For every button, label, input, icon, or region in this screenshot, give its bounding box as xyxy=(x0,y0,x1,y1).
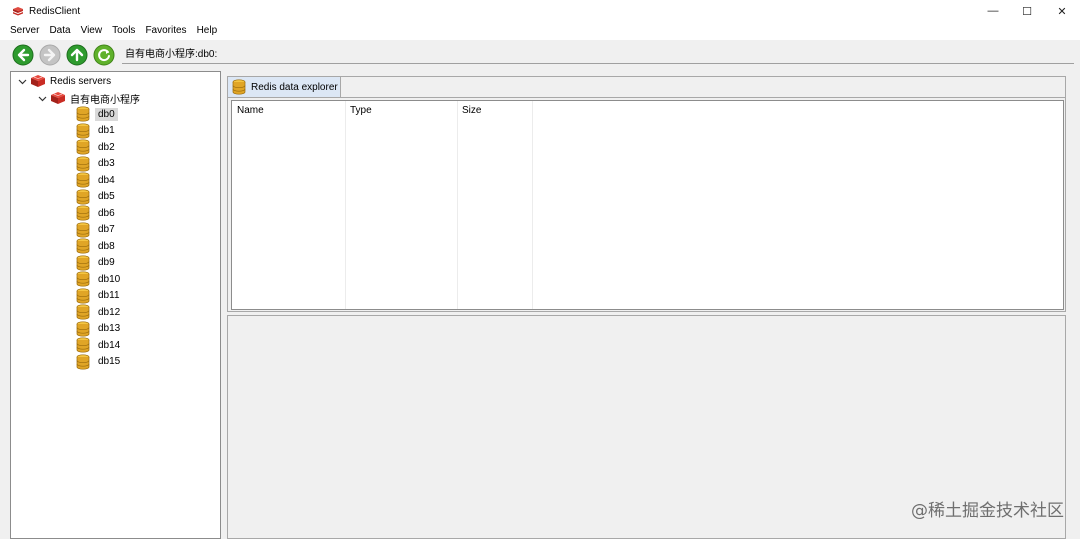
maximize-button[interactable]: ☐ xyxy=(1010,0,1044,22)
tree-label: db12 xyxy=(98,306,121,318)
tree-label: db13 xyxy=(98,323,121,334)
tab-redis-data-explorer[interactable]: Redis data explorer xyxy=(228,77,341,97)
window-title: RedisClient xyxy=(29,5,81,17)
refresh-icon xyxy=(93,44,115,66)
database-icon xyxy=(76,172,90,188)
tree-node-db3[interactable]: db3 xyxy=(75,155,118,172)
refresh-button[interactable] xyxy=(93,44,115,66)
tree-label: Redis servers xyxy=(50,75,112,87)
tree-node-db1[interactable]: db1 xyxy=(75,122,118,139)
menu-help[interactable]: Help xyxy=(192,22,223,40)
tab-strip: Redis data explorer xyxy=(227,76,1066,97)
close-icon: ✕ xyxy=(1057,5,1067,18)
back-icon xyxy=(12,44,34,66)
keys-grid: Name Type Size xyxy=(231,100,1064,310)
tree-label: db0 xyxy=(95,107,118,121)
tree-node-db14[interactable]: db14 xyxy=(75,337,123,353)
tree-node-db8[interactable]: db8 xyxy=(75,238,118,254)
tree-node-db11[interactable]: db11 xyxy=(75,287,123,304)
tree-label: db8 xyxy=(98,240,115,252)
tree-node-db7[interactable]: db7 xyxy=(75,221,118,238)
data-explorer-panel: Name Type Size xyxy=(227,97,1066,312)
database-icon xyxy=(76,221,90,238)
current-path-field[interactable]: 自有电商小程序:db0: xyxy=(122,46,1074,64)
column-size: Size xyxy=(458,101,533,309)
tree-node-db5[interactable]: db5 xyxy=(75,188,118,205)
detail-header-strip xyxy=(227,315,1066,335)
menu-view[interactable]: View xyxy=(76,22,108,40)
database-icon xyxy=(76,106,90,122)
database-icon xyxy=(76,139,90,155)
column-header-name[interactable]: Name xyxy=(237,105,264,116)
tree-label: db1 xyxy=(98,125,115,136)
database-icon xyxy=(76,320,90,337)
main-area: Redis data explorer Name Type Size xyxy=(227,76,1066,539)
tree-label: db2 xyxy=(98,141,115,153)
tree-label: db11 xyxy=(98,290,120,301)
tree-label: db14 xyxy=(98,339,121,351)
tree-node-db15[interactable]: db15 xyxy=(75,353,123,370)
up-icon xyxy=(66,44,88,66)
back-button[interactable] xyxy=(12,44,34,66)
tree-label: 自有电商小程序 xyxy=(70,94,140,106)
tree-label: db7 xyxy=(98,224,115,235)
tree-node-db9[interactable]: db9 xyxy=(75,254,118,271)
column-header-type[interactable]: Type xyxy=(350,105,372,116)
close-button[interactable]: ✕ xyxy=(1044,0,1080,22)
tree-node-redis-servers[interactable]: Redis servers xyxy=(16,73,111,89)
menu-favorites[interactable]: Favorites xyxy=(140,22,191,40)
tree-label: db15 xyxy=(98,356,121,367)
minimize-button[interactable]: — xyxy=(976,0,1010,22)
database-icon xyxy=(76,287,90,304)
tab-label: Redis data explorer xyxy=(251,81,338,93)
menu-tools[interactable]: Tools xyxy=(107,22,140,40)
watermark: @稀土掘金技术社区 xyxy=(911,501,1064,521)
tree-node-db13[interactable]: db13 xyxy=(75,320,123,337)
database-icon xyxy=(76,238,90,254)
tree-label: db4 xyxy=(98,174,115,186)
column-type: Type xyxy=(346,101,458,309)
database-icon xyxy=(76,205,90,221)
server-tree: Redis servers 自有电商小程序 db0 db1 db2 db3 db… xyxy=(10,71,221,539)
column-header-size[interactable]: Size xyxy=(462,105,481,116)
tree-label: db5 xyxy=(98,191,115,202)
maximize-icon: ☐ xyxy=(1022,5,1032,18)
tree-node-db10[interactable]: db10 xyxy=(75,271,123,287)
tree-node-db6[interactable]: db6 xyxy=(75,205,118,221)
redis-logo-icon xyxy=(13,7,23,16)
database-icon xyxy=(76,353,90,370)
minimize-icon: — xyxy=(987,5,999,17)
menu-bar: Server Data View Tools Favorites Help xyxy=(0,22,1080,40)
tree-node-db12[interactable]: db12 xyxy=(75,304,123,320)
column-name: Name xyxy=(232,101,346,309)
tree-node-server[interactable]: 自有电商小程序 xyxy=(36,90,140,106)
tree-node-db0[interactable]: db0 xyxy=(75,106,118,122)
window-controls: — ☐ ✕ xyxy=(976,0,1080,22)
database-icon xyxy=(76,304,90,320)
menu-server[interactable]: Server xyxy=(5,22,44,40)
forward-icon xyxy=(39,44,61,66)
chevron-down-icon[interactable] xyxy=(16,75,28,87)
up-button[interactable] xyxy=(66,44,88,66)
database-icon xyxy=(76,155,90,172)
database-icon xyxy=(76,271,90,287)
tree-node-db4[interactable]: db4 xyxy=(75,172,118,188)
toolbar: 自有电商小程序:db0: xyxy=(0,40,1080,70)
redis-servers-icon xyxy=(31,75,45,87)
database-icon xyxy=(76,122,90,139)
tree-label: db9 xyxy=(98,257,115,268)
menu-data[interactable]: Data xyxy=(44,22,75,40)
database-icon xyxy=(76,337,90,353)
title-bar: RedisClient — ☐ ✕ xyxy=(0,0,1080,22)
redis-server-icon xyxy=(51,92,65,104)
database-icon xyxy=(232,79,246,95)
tree-node-db2[interactable]: db2 xyxy=(75,139,118,155)
chevron-down-icon[interactable] xyxy=(36,92,48,104)
database-icon xyxy=(76,254,90,271)
forward-button[interactable] xyxy=(39,44,61,66)
tree-label: db10 xyxy=(98,273,121,285)
tree-label: db6 xyxy=(98,207,115,219)
database-icon xyxy=(76,188,90,205)
tree-label: db3 xyxy=(98,158,115,169)
